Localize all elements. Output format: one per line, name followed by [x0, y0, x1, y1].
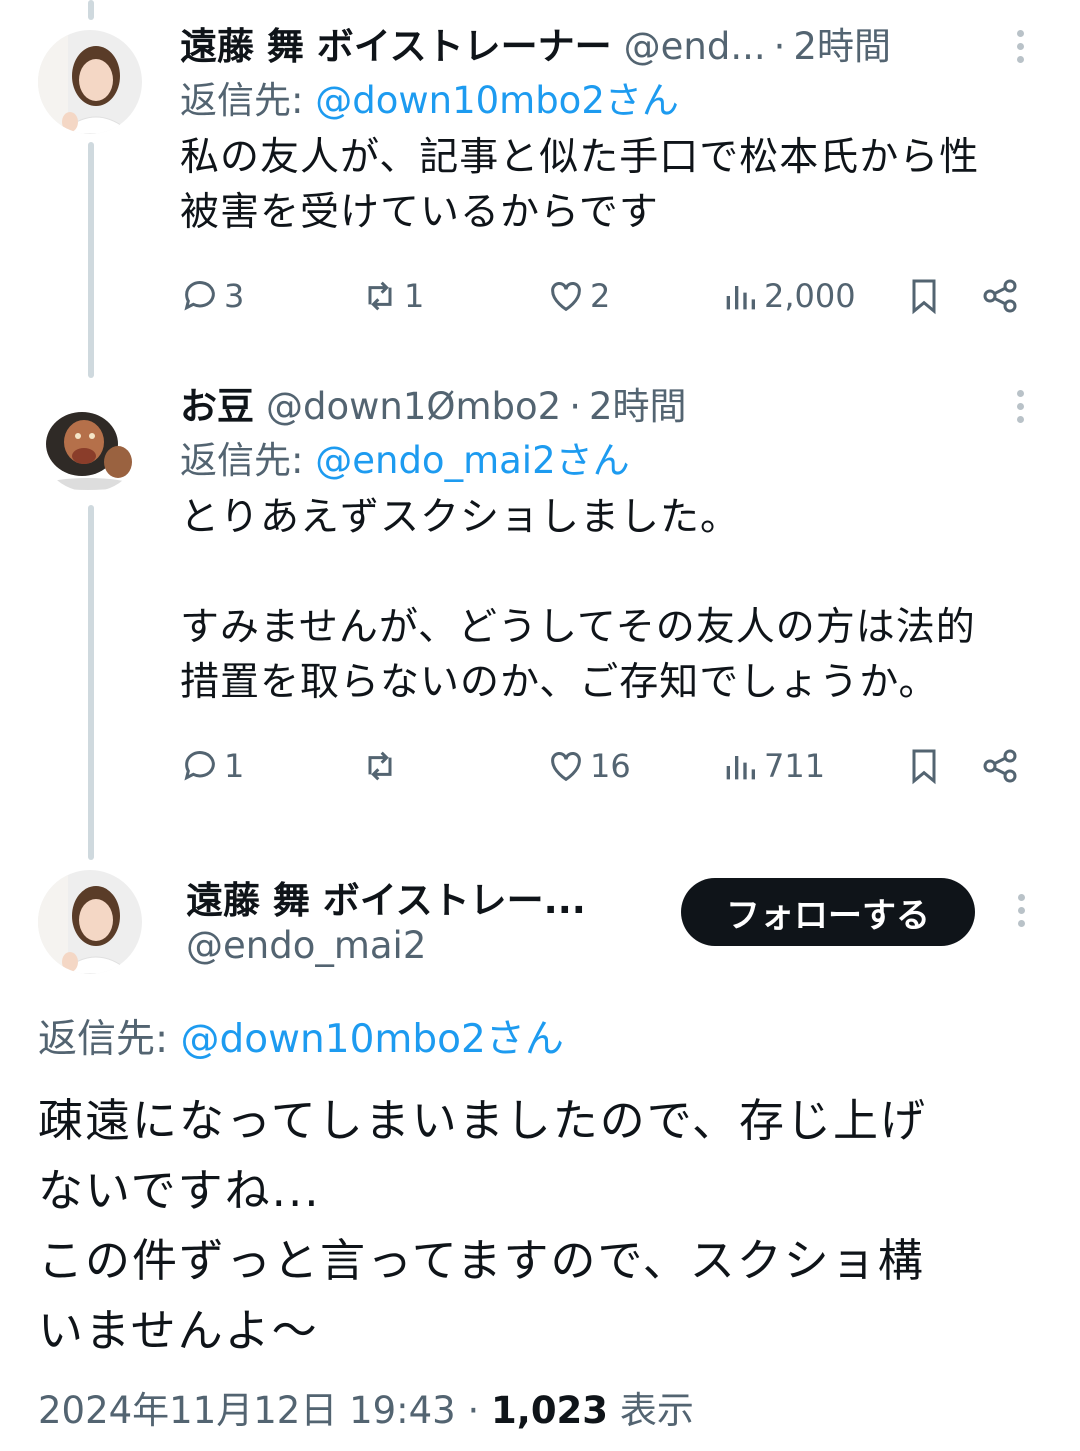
tweet-text-line: いませんよ〜 [38, 1304, 319, 1357]
separator: · [467, 1389, 480, 1432]
author-handle[interactable]: @end... [624, 25, 766, 68]
views-button[interactable]: 2,000 [720, 266, 856, 326]
more-icon[interactable] [1000, 24, 1040, 68]
main-author-handle[interactable]: @endo_mai2 [186, 924, 426, 967]
share-icon [983, 749, 1017, 783]
reply-to-mention[interactable]: @down10mbo2さん [181, 1017, 564, 1062]
retweet-button[interactable] [360, 736, 404, 796]
retweet-count: 1 [404, 277, 425, 315]
reply-to-mention[interactable]: @endo_mai2さん [315, 439, 629, 482]
main-timestamp[interactable]: 2024年11月12日 19:43 [38, 1389, 456, 1432]
retweet-icon [368, 751, 392, 781]
tweet-text-line: 被害を受けているからです [180, 190, 659, 235]
reply-to-label: 返信先: [38, 1017, 169, 1062]
reply-to: 返信先: @down10mbo2さん [180, 72, 1040, 130]
tweet-header: 遠藤 舞 ボイストレーナー @end... · 2時間 [180, 16, 1040, 72]
reply-icon [184, 281, 215, 311]
main-author-name[interactable]: 遠藤 舞 ボイストレー... [186, 870, 586, 924]
reply-icon [184, 751, 215, 781]
retweet-icon [368, 281, 392, 311]
main-views-count: 1,023 [491, 1389, 609, 1432]
tweet-text-line: ないですね... [38, 1164, 321, 1217]
views-count: 711 [764, 747, 826, 785]
tweet[interactable]: お豆 @down1Ømbo2 · 2時間 返信先: @endo_mai2さん と… [180, 376, 1040, 796]
heart-icon [551, 752, 581, 782]
thread-page: 遠藤 舞 ボイストレーナー @end... · 2時間 返信先: @down10… [0, 0, 1080, 1451]
share-icon [983, 279, 1017, 313]
share-button[interactable] [980, 736, 1020, 796]
retweet-button[interactable]: 1 [360, 266, 424, 326]
author-name[interactable]: お豆 [180, 376, 254, 430]
reply-to: 返信先: @endo_mai2さん [180, 432, 1040, 490]
action-bar: 1 16 711 [180, 736, 1040, 796]
like-count: 16 [590, 747, 631, 785]
thread-line [88, 505, 94, 860]
like-button[interactable]: 16 [546, 736, 631, 796]
bookmark-icon [912, 279, 936, 315]
reply-count: 1 [224, 747, 245, 785]
share-button[interactable] [980, 266, 1020, 326]
reply-to-label: 返信先: [180, 79, 304, 122]
tweet-text-line: すみませんが、どうしてその友人の方は法的 [180, 605, 976, 650]
reply-button[interactable]: 3 [180, 266, 244, 326]
tweet-header: お豆 @down1Ømbo2 · 2時間 [180, 376, 1040, 432]
thread-line [88, 142, 94, 378]
reply-count: 3 [224, 277, 245, 315]
main-tweet-text: 疎遠になってしまいましたので、存じ上げ ないですね... この件ずっと言ってます… [38, 1086, 1048, 1366]
tweet-meta: 2024年11月12日 19:43 · 1,023 表示 [38, 1380, 694, 1434]
bookmark-button[interactable] [904, 266, 944, 326]
like-count: 2 [590, 277, 611, 315]
bookmark-icon [912, 749, 936, 785]
heart-icon [551, 282, 581, 312]
tweet-text: 私の友人が、記事と似た手口で松本氏から性 被害を受けているからです [180, 130, 1040, 240]
author-name[interactable]: 遠藤 舞 ボイストレーナー [180, 16, 612, 70]
tweet-text-line: 私の友人が、記事と似た手口で松本氏から性 [180, 135, 980, 180]
tweet-text-line: 措置を取らないのか、ご存知でしょうか。 [180, 660, 939, 705]
tweet-text-line: この件ずっと言ってますので、スクショ構 [38, 1234, 925, 1287]
avatar[interactable] [38, 388, 142, 492]
views-count: 2,000 [764, 277, 856, 315]
views-button[interactable]: 711 [720, 736, 825, 796]
author-handle[interactable]: @down1Ømbo2 [266, 385, 561, 428]
tweet-text-line: 疎遠になってしまいましたので、存じ上げ [38, 1094, 927, 1147]
like-button[interactable]: 2 [546, 266, 610, 326]
timestamp[interactable]: 2時間 [589, 376, 687, 430]
tweet-text: とりあえずスクショしました。 すみませんが、どうしてその友人の方は法的 措置を取… [180, 490, 1040, 710]
views-icon [726, 756, 755, 780]
separator: · [569, 385, 581, 428]
views-icon [726, 286, 755, 310]
separator: · [773, 25, 786, 68]
bookmark-button[interactable] [904, 736, 944, 796]
more-icon[interactable] [1000, 384, 1040, 428]
action-bar: 3 1 2 2,000 [180, 266, 1040, 326]
main-views-label: 表示 [619, 1389, 694, 1432]
timestamp[interactable]: 2時間 [793, 16, 891, 70]
reply-to-mention[interactable]: @down10mbo2さん [315, 79, 679, 122]
avatar[interactable] [38, 30, 142, 134]
reply-to-label: 返信先: [180, 439, 304, 482]
reply-to: 返信先: @down10mbo2さん [38, 1008, 564, 1064]
tweet-text-line: とりあえずスクショしました。 [180, 495, 741, 540]
avatar[interactable] [38, 870, 142, 974]
reply-button[interactable]: 1 [180, 736, 244, 796]
thread-line [88, 0, 94, 20]
tweet[interactable]: 遠藤 舞 ボイストレーナー @end... · 2時間 返信先: @down10… [180, 16, 1040, 326]
follow-button[interactable]: フォローする [681, 878, 975, 946]
more-icon[interactable] [1001, 888, 1041, 932]
